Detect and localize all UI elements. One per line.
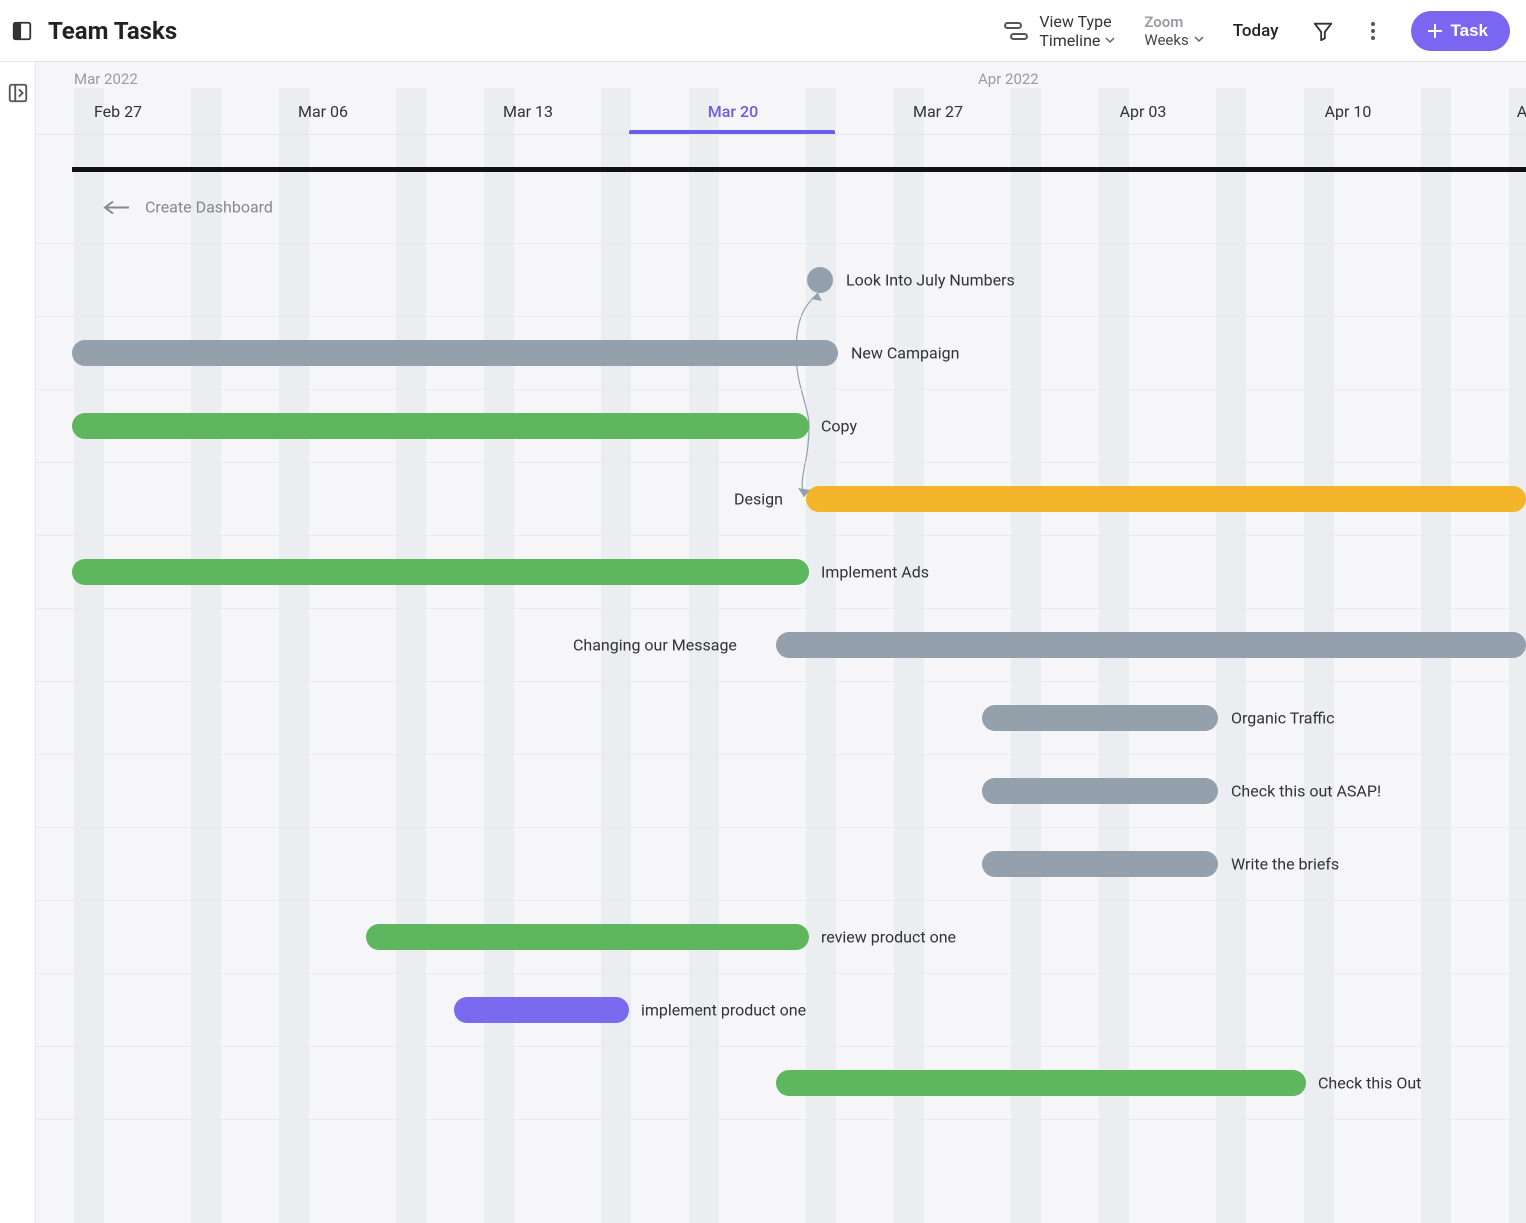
task-label[interactable]: New Campaign [851,344,959,363]
arrow-left-icon [103,199,129,215]
task-bar[interactable] [982,851,1218,877]
week-label[interactable]: Mar 27 [913,102,963,121]
parent-task-label: Create Dashboard [145,198,273,217]
task-label[interactable]: Look Into July Numbers [846,271,1015,290]
task-label[interactable]: Copy [821,417,857,436]
month-label: Apr 2022 [978,70,1039,88]
task-bar[interactable] [982,705,1218,731]
task-bar[interactable] [776,632,1526,658]
timeline-row: implement product one [36,974,1526,1047]
week-label[interactable]: Mar 06 [298,102,348,121]
timeline-row: Implement Ads [36,536,1526,609]
plus-icon [1427,23,1443,39]
task-bar[interactable] [72,413,809,439]
month-label: Mar 2022 [74,70,138,88]
timeline: Mar 2022 Apr 2022 Feb 27 Mar 06 Mar 13 Mar 2… [36,62,1526,1223]
task-bar[interactable] [72,340,838,366]
timeline-weeks: Feb 27 Mar 06 Mar 13 Mar 20 Mar 27 Apr 03 Apr … [36,102,1526,126]
task-bar[interactable] [366,924,809,950]
view-type-selector[interactable]: View Type Timeline [1003,12,1116,50]
more-vertical-icon [1371,22,1375,40]
week-label[interactable]: Apr 03 [1120,102,1167,121]
week-label[interactable]: Mar 20 [708,102,758,121]
task-label[interactable]: review product one [821,928,956,947]
week-label[interactable]: Apr 10 [1325,102,1372,121]
task-label[interactable]: Implement Ads [821,563,929,582]
timeline-row: Check this Out [36,1047,1526,1120]
new-task-label: Task [1451,21,1489,41]
task-bar[interactable] [776,1070,1306,1096]
task-label[interactable]: Check this out ASAP! [1231,782,1381,801]
timeline-row: Look Into July Numbers [36,244,1526,317]
timeline-row: Design [36,463,1526,536]
filter-icon [1312,20,1334,42]
panel-collapse-icon [11,20,33,42]
left-rail [0,62,36,1223]
timeline-row: Create Dashboard [36,171,1526,244]
zoom-value: Weeks [1144,31,1188,49]
milestone-dot[interactable] [807,267,833,293]
topbar: Team Tasks View Type Timeline Zoom Weeks [0,0,1526,62]
timeline-row: review product one [36,901,1526,974]
task-label[interactable]: implement product one [641,1001,806,1020]
week-label[interactable]: Feb 27 [94,102,142,121]
timeline-header: Mar 2022 Apr 2022 Feb 27 Mar 06 Mar 13 Mar 2… [36,62,1526,135]
task-label[interactable]: Check this Out [1318,1074,1421,1093]
timeline-row: Copy [36,390,1526,463]
chevron-down-icon [1193,31,1205,49]
timeline-months: Mar 2022 Apr 2022 [36,70,1526,90]
view-type-label: View Type [1039,12,1116,31]
task-label[interactable]: Changing our Message [573,636,737,655]
collapse-sidebar-button[interactable] [8,17,36,45]
today-button[interactable]: Today [1233,21,1279,41]
more-menu-button[interactable] [1357,15,1389,47]
filter-button[interactable] [1307,15,1339,47]
task-label[interactable]: Design [734,490,783,509]
timeline-row: Check this out ASAP! [36,755,1526,828]
task-bar[interactable] [454,997,629,1023]
timeline-icon [1003,20,1029,42]
current-week-underline [629,130,835,134]
task-label[interactable]: Write the briefs [1231,855,1339,874]
new-task-button[interactable]: Task [1411,11,1511,51]
back-to-parent[interactable]: Create Dashboard [103,198,273,217]
timeline-body[interactable]: Create Dashboard Look Into July Numbers Ne… [36,135,1526,1223]
page-title: Team Tasks [48,17,177,45]
task-bar[interactable] [72,559,809,585]
panel-expand-icon [7,82,29,104]
view-type-value: Timeline [1039,31,1100,50]
chevron-down-icon [1104,31,1116,50]
timeline-row: Organic Traffic [36,682,1526,755]
task-label[interactable]: Organic Traffic [1231,709,1335,728]
timeline-row: Write the briefs [36,828,1526,901]
task-bar[interactable] [982,778,1218,804]
zoom-label: Zoom [1144,13,1204,31]
week-label[interactable]: Mar 13 [503,102,553,121]
task-bar[interactable] [806,486,1526,512]
timeline-row: Changing our Message [36,609,1526,682]
zoom-selector[interactable]: Zoom Weeks [1144,13,1204,49]
timeline-row: New Campaign [36,317,1526,390]
week-label[interactable]: A [1517,102,1526,121]
expand-panel-button[interactable] [7,82,29,108]
